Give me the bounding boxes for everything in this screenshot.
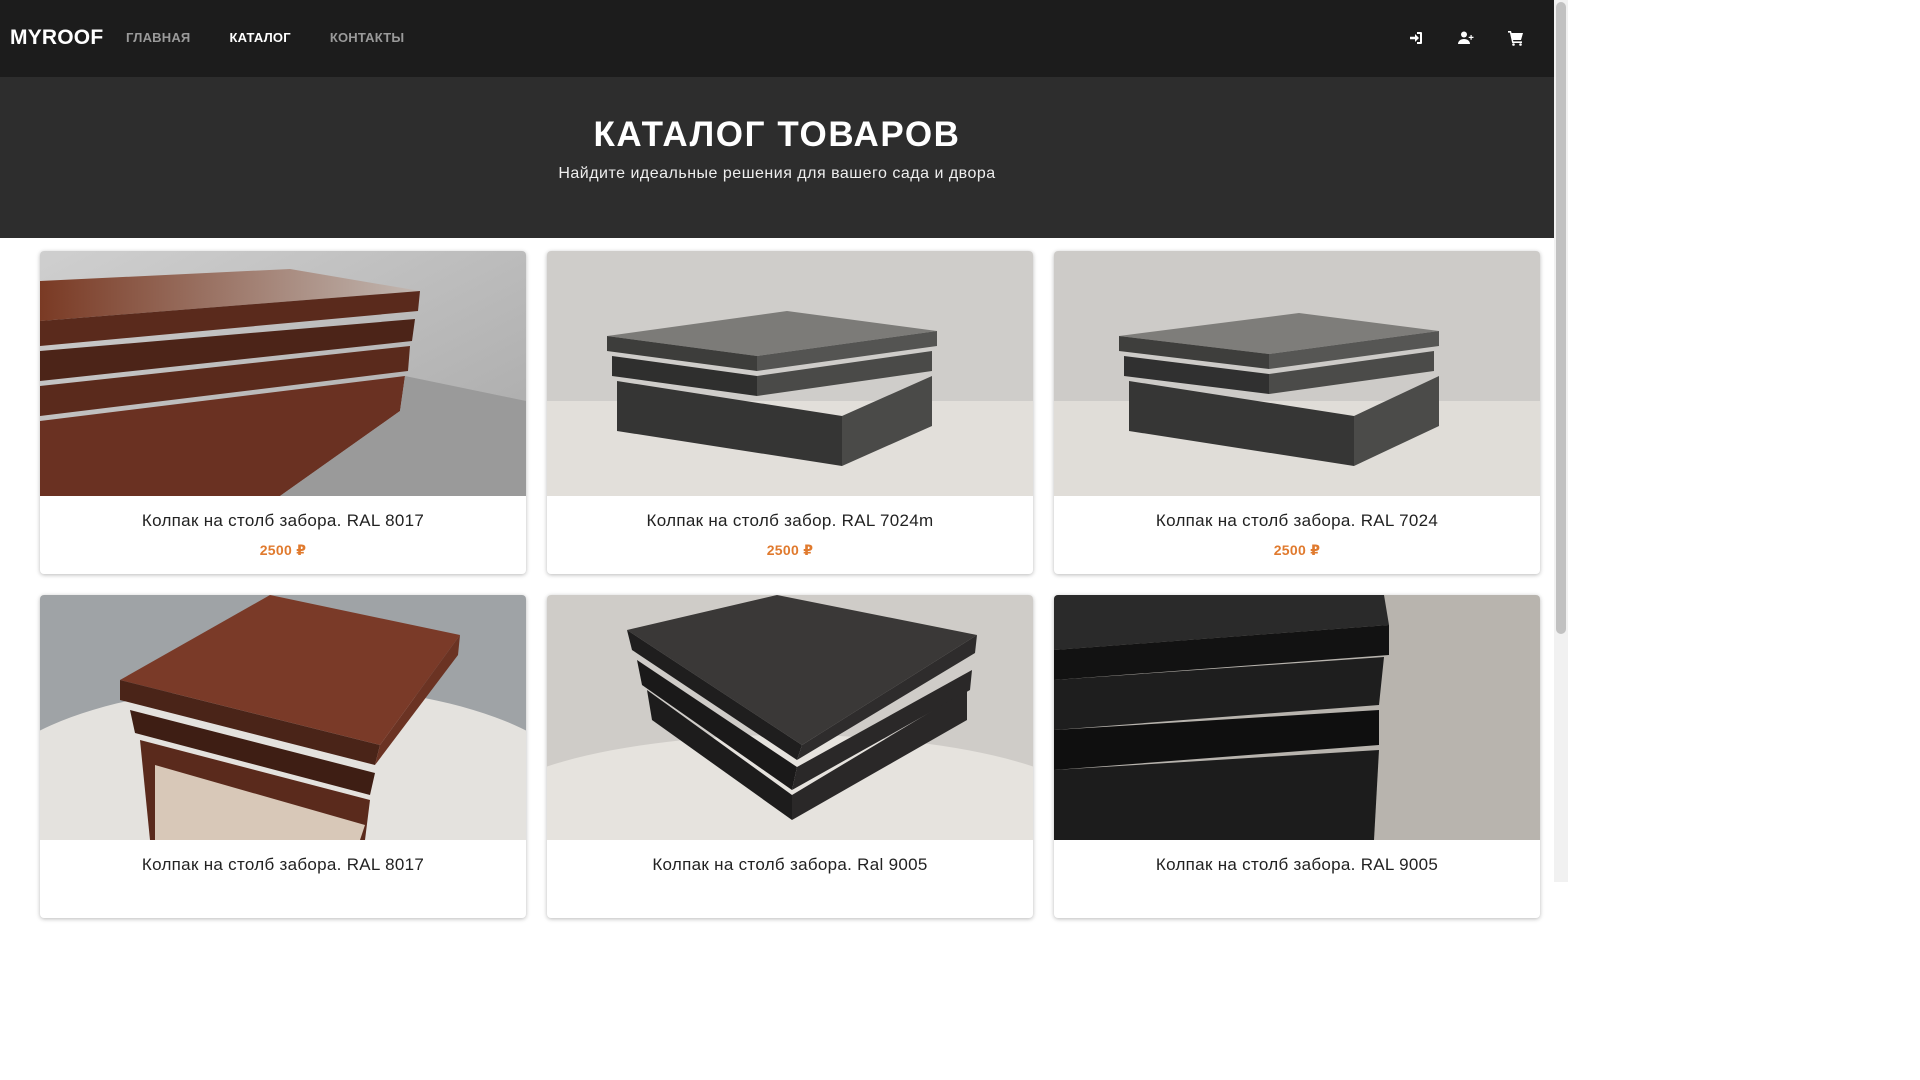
product-title[interactable]: Колпак на столб забора. RAL 8017 [40,855,526,875]
page-title: КАТАЛОГ ТОВАРОВ [593,115,961,154]
nav-link-catalog[interactable]: КАТАЛОГ [229,30,290,46]
cart-icon[interactable] [1506,28,1526,48]
product-image[interactable] [1054,595,1540,840]
product-card[interactable]: Колпак на столб забора. RAL 7024 2500 ₽ [1054,251,1540,574]
product-price: 2500 ₽ [766,542,814,558]
product-price: 2500 ₽ [259,542,307,558]
product-card[interactable]: Колпак на столб забор. RAL 7024m 2500 ₽ [547,251,1033,574]
brand-logo[interactable]: MYROOF [10,26,103,50]
product-image[interactable] [40,251,526,496]
product-image[interactable] [40,595,526,840]
product-grid: Колпак на столб забора. RAL 8017 2500 ₽ … [40,251,1540,918]
product-title[interactable]: Колпак на столб забора. RAL 9005 [1054,855,1540,875]
nav-link-home[interactable]: ГЛАВНАЯ [126,30,190,46]
nav-links: ГЛАВНАЯ КАТАЛОГ КОНТАКТЫ [126,30,443,46]
nav-icons [1406,28,1526,48]
product-title[interactable]: Колпак на столб забора. Ral 9005 [547,855,1033,875]
product-image[interactable] [1054,251,1540,496]
product-card[interactable]: Колпак на столб забора. RAL 9005 [1054,595,1540,918]
page-scrollbar[interactable] [1554,0,1568,882]
product-card[interactable]: Колпак на столб забора. RAL 8017 [40,595,526,918]
product-image[interactable] [547,251,1033,496]
product-image[interactable] [547,595,1033,840]
nav-link-contacts[interactable]: КОНТАКТЫ [330,30,404,46]
scrollbar-thumb[interactable] [1556,2,1566,634]
product-title[interactable]: Колпак на столб забора. RAL 7024 [1054,511,1540,531]
product-title[interactable]: Колпак на столб забора. RAL 8017 [40,511,526,531]
product-title[interactable]: Колпак на столб забор. RAL 7024m [547,511,1033,531]
navbar: MYROOF ГЛАВНАЯ КАТАЛОГ КОНТАКТЫ [0,0,1554,77]
page-subtitle: Найдите идеальные решения для вашего сад… [558,165,996,182]
product-card[interactable]: Колпак на столб забора. RAL 8017 2500 ₽ [40,251,526,574]
sign-in-icon[interactable] [1406,28,1426,48]
product-price: 2500 ₽ [1273,542,1321,558]
product-card[interactable]: Колпак на столб забора. Ral 9005 [547,595,1033,918]
catalog-hero: КАТАЛОГ ТОВАРОВ Найдите идеальные решени… [0,77,1554,238]
user-plus-icon[interactable] [1456,28,1476,48]
